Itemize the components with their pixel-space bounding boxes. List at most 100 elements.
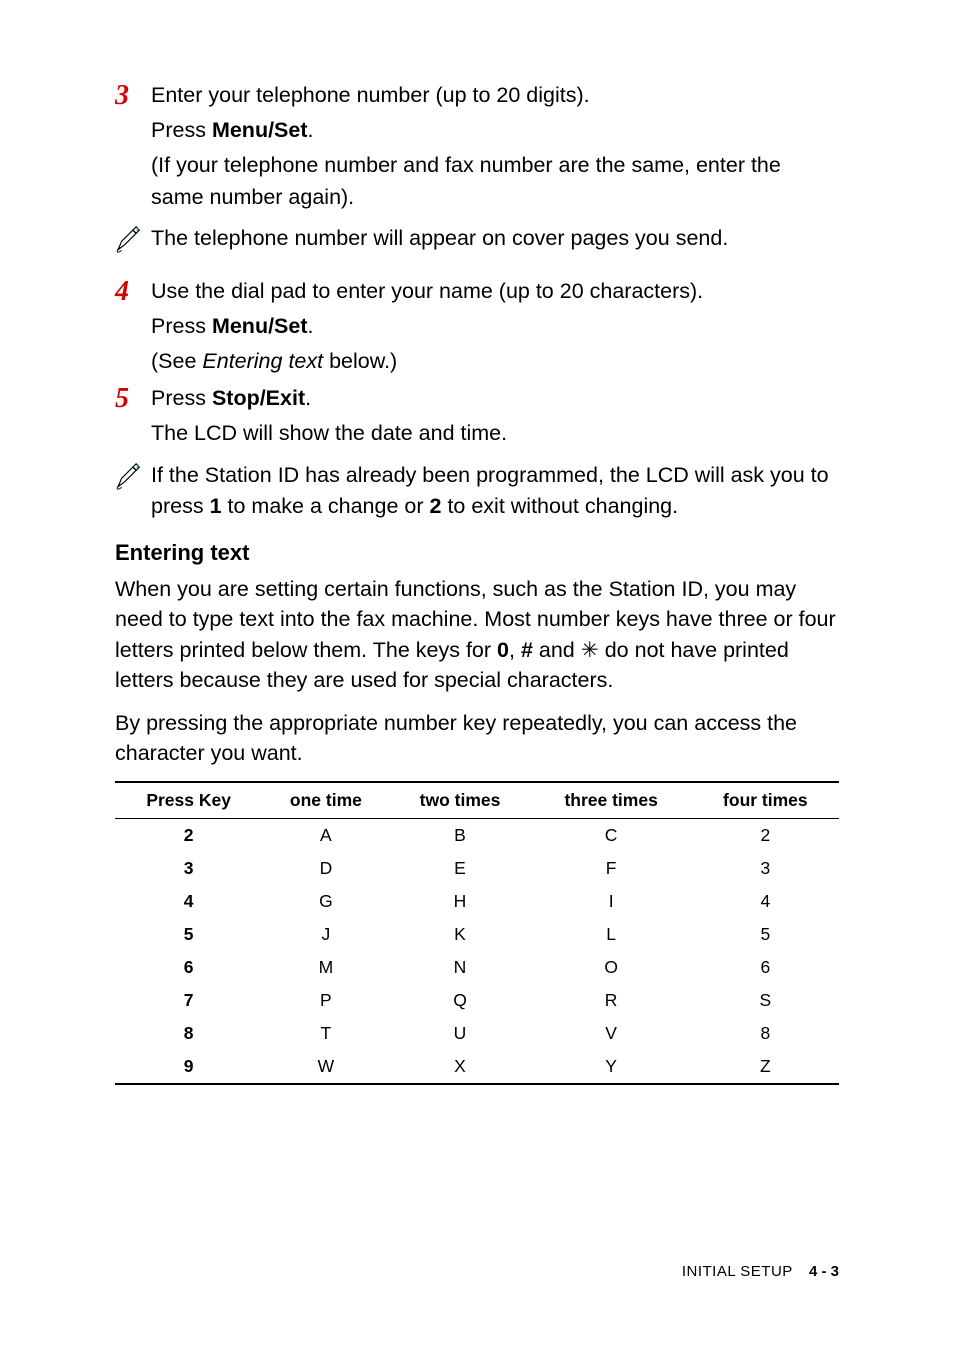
note-1-text: The telephone number will appear on cove… — [151, 223, 839, 258]
step-5: 5 Press Stop/Exit. The LCD will show the… — [115, 383, 839, 449]
th-press-key: Press Key — [115, 782, 262, 819]
note-icon — [115, 223, 151, 258]
step-number-5: 5 — [115, 383, 151, 449]
step-3-body: Enter your telephone number (up to 20 di… — [151, 80, 839, 213]
entering-text-heading: Entering text — [115, 540, 839, 566]
step-5-line2: The LCD will show the date and time. — [151, 418, 839, 449]
note-station-id: If the Station ID has already been progr… — [115, 460, 839, 522]
step-4-line3-suffix: below.) — [323, 349, 397, 373]
cell: P — [262, 984, 389, 1017]
note-icon-2 — [115, 460, 151, 522]
cell: T — [262, 1017, 389, 1050]
note-cover-pages: The telephone number will appear on cove… — [115, 223, 839, 258]
cell: 2 — [692, 818, 839, 852]
step-4-line2-prefix: Press — [151, 314, 212, 338]
p1-e: and — [533, 638, 581, 662]
table-row: 5 J K L 5 — [115, 918, 839, 951]
th-two-times: two times — [389, 782, 530, 819]
step-4-body: Use the dial pad to enter your name (up … — [151, 276, 839, 378]
cell-key: 9 — [115, 1050, 262, 1084]
cell: 6 — [692, 951, 839, 984]
step-4-menu-set: Menu/Set — [212, 314, 308, 338]
step-5-line1-prefix: Press — [151, 386, 212, 410]
table-row: 3 D E F 3 — [115, 852, 839, 885]
note-2-key1: 1 — [210, 494, 222, 518]
note-2-key2: 2 — [430, 494, 442, 518]
cell: 5 — [692, 918, 839, 951]
cell-key: 3 — [115, 852, 262, 885]
table-row: 7 P Q R S — [115, 984, 839, 1017]
cell-key: 4 — [115, 885, 262, 918]
cell: X — [389, 1050, 530, 1084]
table-row: 6 M N O 6 — [115, 951, 839, 984]
step-4-line1: Use the dial pad to enter your name (up … — [151, 276, 839, 307]
step-5-stop-exit: Stop/Exit — [212, 386, 305, 410]
cell: G — [262, 885, 389, 918]
step-4: 4 Use the dial pad to enter your name (u… — [115, 276, 839, 378]
step-3-line2: Press Menu/Set. — [151, 115, 839, 146]
cell: I — [531, 885, 692, 918]
step-4-line2: Press Menu/Set. — [151, 311, 839, 342]
footer-section: INITIAL SETUP — [682, 1263, 793, 1280]
table-header-row: Press Key one time two times three times… — [115, 782, 839, 819]
page-footer: INITIAL SETUP 4 - 3 — [682, 1263, 839, 1280]
cell: C — [531, 818, 692, 852]
entering-text-para-1: When you are setting certain functions, … — [115, 574, 839, 696]
p1-c: , — [509, 638, 521, 662]
cell: H — [389, 885, 530, 918]
step-5-line1-suffix: . — [305, 386, 311, 410]
step-number-4: 4 — [115, 276, 151, 378]
cell: 4 — [692, 885, 839, 918]
th-four-times: four times — [692, 782, 839, 819]
cell: Q — [389, 984, 530, 1017]
step-3-line2-suffix: . — [308, 118, 314, 142]
step-3-line3: (If your telephone number and fax number… — [151, 150, 839, 212]
cell: O — [531, 951, 692, 984]
cell: R — [531, 984, 692, 1017]
cell: 3 — [692, 852, 839, 885]
step-4-line3: (See Entering text below.) — [151, 346, 839, 377]
cell: F — [531, 852, 692, 885]
cell: K — [389, 918, 530, 951]
entering-text-para-2: By pressing the appropriate number key r… — [115, 708, 839, 769]
table-row: 4 G H I 4 — [115, 885, 839, 918]
star-icon: ✳ — [581, 638, 599, 662]
p1-key-0: 0 — [497, 638, 509, 662]
cell-key: 6 — [115, 951, 262, 984]
cell: W — [262, 1050, 389, 1084]
cell: N — [389, 951, 530, 984]
cell: U — [389, 1017, 530, 1050]
cell: 8 — [692, 1017, 839, 1050]
cell: S — [692, 984, 839, 1017]
note-2-e: to exit without changing. — [441, 494, 678, 518]
cell-key: 8 — [115, 1017, 262, 1050]
footer-page: 4 - 3 — [809, 1263, 839, 1280]
cell: V — [531, 1017, 692, 1050]
step-5-body: Press Stop/Exit. The LCD will show the d… — [151, 383, 839, 449]
cell: J — [262, 918, 389, 951]
step-4-line2-suffix: . — [308, 314, 314, 338]
cell-key: 7 — [115, 984, 262, 1017]
step-3-line1: Enter your telephone number (up to 20 di… — [151, 80, 839, 111]
cell: E — [389, 852, 530, 885]
th-three-times: three times — [531, 782, 692, 819]
pencil-note-icon — [115, 225, 141, 253]
p1-key-hash: # — [521, 638, 533, 662]
cell: Z — [692, 1050, 839, 1084]
table-row: 8 T U V 8 — [115, 1017, 839, 1050]
cell: B — [389, 818, 530, 852]
table-row: 2 A B C 2 — [115, 818, 839, 852]
step-4-entering-text-ref: Entering text — [202, 349, 323, 373]
cell: L — [531, 918, 692, 951]
step-3-menu-set: Menu/Set — [212, 118, 308, 142]
page: 3 Enter your telephone number (up to 20 … — [0, 0, 954, 1352]
cell-key: 5 — [115, 918, 262, 951]
key-character-table: Press Key one time two times three times… — [115, 781, 839, 1085]
cell-key: 2 — [115, 818, 262, 852]
pencil-note-icon — [115, 462, 141, 490]
table-row: 9 W X Y Z — [115, 1050, 839, 1084]
th-one-time: one time — [262, 782, 389, 819]
step-3: 3 Enter your telephone number (up to 20 … — [115, 80, 839, 213]
note-2-text: If the Station ID has already been progr… — [151, 460, 839, 522]
cell: A — [262, 818, 389, 852]
